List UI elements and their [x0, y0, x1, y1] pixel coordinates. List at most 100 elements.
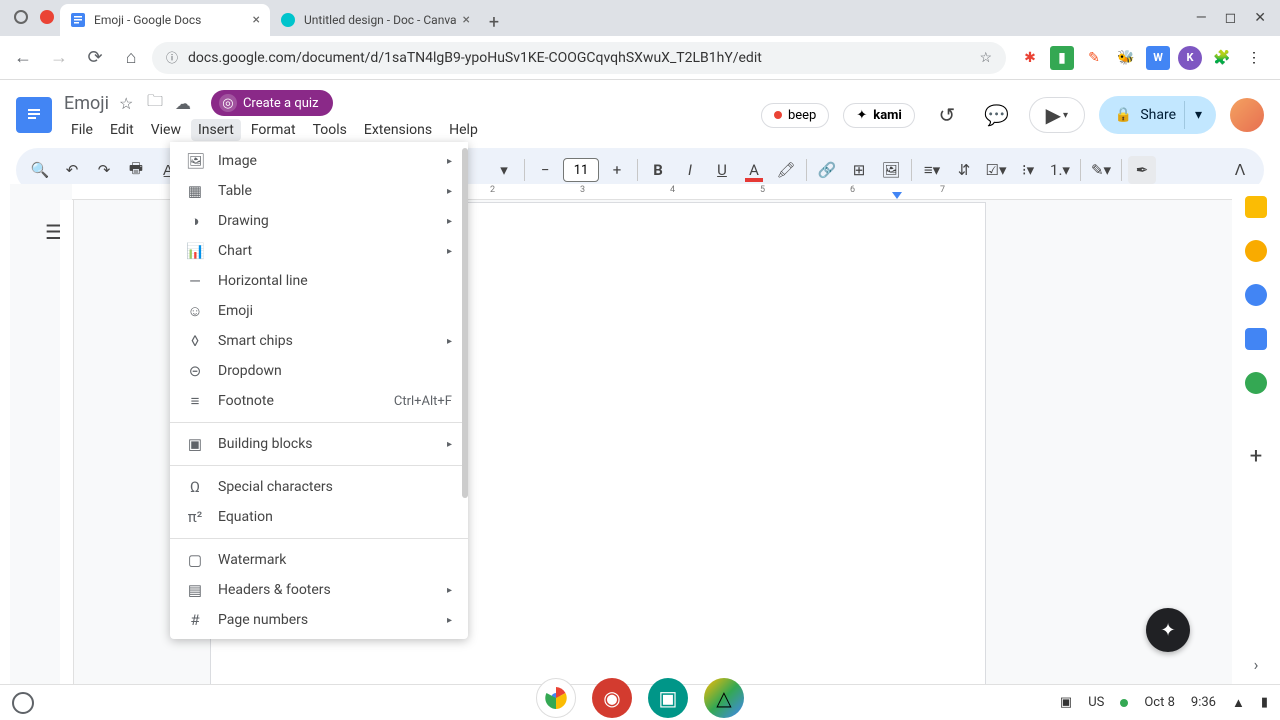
font-size-input[interactable]: 11: [563, 158, 599, 182]
meet-button[interactable]: ▶▾: [1029, 97, 1085, 133]
menu-edit[interactable]: Edit: [103, 119, 141, 141]
share-dropdown-icon[interactable]: ▾: [1184, 101, 1212, 129]
files-app-icon[interactable]: ▣: [648, 678, 688, 718]
menu-item-special-characters[interactable]: ΩSpecial characters: [170, 472, 468, 502]
right-margin-marker[interactable]: [892, 192, 902, 199]
calendar-icon[interactable]: [1245, 196, 1267, 218]
beep-extension-button[interactable]: beep: [761, 103, 829, 128]
extension-icon[interactable]: K: [1178, 46, 1202, 70]
text-color-icon[interactable]: A: [740, 156, 768, 184]
bold-icon[interactable]: B: [644, 156, 672, 184]
star-icon[interactable]: ☆: [119, 94, 137, 113]
menu-help[interactable]: Help: [442, 119, 485, 141]
keep-icon[interactable]: [1245, 240, 1267, 262]
close-tab-icon[interactable]: ×: [253, 12, 260, 28]
account-avatar[interactable]: [1230, 98, 1264, 132]
menu-item-headers-footers[interactable]: ▤Headers & footers▸: [170, 575, 468, 605]
menu-insert[interactable]: Insert: [191, 119, 241, 141]
contacts-icon[interactable]: [1245, 328, 1267, 350]
pen-icon[interactable]: ✒: [1128, 156, 1156, 184]
chrome-menu-icon[interactable]: ⋮: [1242, 46, 1266, 70]
menu-item-smart-chips[interactable]: ◊Smart chips▸: [170, 326, 468, 356]
extension-icon[interactable]: W: [1146, 46, 1170, 70]
print-icon[interactable]: 🖶: [122, 156, 150, 184]
undo-icon[interactable]: ↶: [58, 156, 86, 184]
collapse-panel-icon[interactable]: ›: [1254, 655, 1259, 674]
numbered-icon[interactable]: 1.▾: [1046, 156, 1074, 184]
create-quiz-button[interactable]: ◎ Create a quiz: [211, 90, 333, 116]
home-button[interactable]: ⌂: [116, 43, 146, 73]
close-window-icon[interactable]: ✕: [1254, 10, 1266, 26]
tasks-icon[interactable]: [1245, 284, 1267, 306]
decrease-font-icon[interactable]: −: [531, 156, 559, 184]
menu-item-building-blocks[interactable]: ▣Building blocks▸: [170, 429, 468, 459]
tray-app-icon[interactable]: ▣: [1060, 695, 1072, 710]
line-spacing-icon[interactable]: ⇵: [950, 156, 978, 184]
menu-item-watermark[interactable]: ▢Watermark: [170, 545, 468, 575]
maps-icon[interactable]: [1245, 372, 1267, 394]
menu-item-image[interactable]: 🖼Image▸: [170, 146, 468, 176]
extension-icon[interactable]: ▮: [1050, 46, 1074, 70]
font-dropdown-icon[interactable]: ▾: [490, 156, 518, 184]
add-comment-icon[interactable]: ⊞: [845, 156, 873, 184]
cloud-status-icon[interactable]: ☁: [175, 94, 193, 113]
align-icon[interactable]: ≡▾: [918, 156, 946, 184]
extensions-menu-icon[interactable]: 🧩: [1210, 46, 1234, 70]
redo-icon[interactable]: ↷: [90, 156, 118, 184]
editing-mode-icon[interactable]: ✎▾: [1087, 156, 1115, 184]
battery-icon[interactable]: ▮: [1261, 695, 1268, 710]
add-addon-icon[interactable]: +: [1250, 444, 1262, 469]
comments-icon[interactable]: 💬: [979, 97, 1015, 133]
maximize-icon[interactable]: ◻: [1225, 10, 1237, 26]
extension-icon[interactable]: 🐝: [1114, 46, 1138, 70]
menu-item-footnote[interactable]: ≡FootnoteCtrl+Alt+F: [170, 386, 468, 416]
address-bar[interactable]: ⓘ docs.google.com/document/d/1saTN4lgB9-…: [152, 42, 1006, 74]
screencast-app-icon[interactable]: ◉: [592, 678, 632, 718]
italic-icon[interactable]: I: [676, 156, 704, 184]
underline-icon[interactable]: U: [708, 156, 736, 184]
menu-item-equation[interactable]: π²Equation: [170, 502, 468, 532]
browser-tab-inactive[interactable]: Untitled design - Doc - Canva ×: [270, 4, 480, 36]
increase-font-icon[interactable]: +: [603, 156, 631, 184]
system-tray[interactable]: ▣ US Oct 8 9:36 ▲ ▮: [1060, 695, 1268, 711]
move-icon[interactable]: 🗀: [147, 90, 165, 117]
menu-item-dropdown[interactable]: ⊝Dropdown: [170, 356, 468, 386]
menu-item-emoji[interactable]: ☺Emoji: [170, 296, 468, 326]
close-tab-icon[interactable]: ×: [463, 12, 470, 28]
menu-item-drawing[interactable]: ◑Drawing▸: [170, 206, 468, 236]
checklist-icon[interactable]: ☑▾: [982, 156, 1010, 184]
extension-icon[interactable]: ✱: [1018, 46, 1042, 70]
highlight-icon[interactable]: 🖍: [772, 156, 800, 184]
chrome-icon[interactable]: [536, 678, 576, 718]
insert-link-icon[interactable]: 🔗: [813, 156, 841, 184]
extension-icon[interactable]: ✎: [1082, 46, 1106, 70]
insert-image-icon[interactable]: 🖼: [877, 156, 905, 184]
menu-format[interactable]: Format: [244, 119, 303, 141]
browser-tab-active[interactable]: Emoji - Google Docs ×: [60, 4, 270, 36]
wifi-icon[interactable]: ▲: [1232, 695, 1245, 711]
document-title[interactable]: Emoji: [64, 93, 109, 114]
bullets-icon[interactable]: ⁝▾: [1014, 156, 1042, 184]
site-info-icon[interactable]: ⓘ: [166, 49, 178, 66]
hide-menus-icon[interactable]: ᐱ: [1226, 156, 1254, 184]
bookmark-star-icon[interactable]: ☆: [979, 50, 992, 66]
docs-logo-icon[interactable]: [16, 97, 52, 133]
menu-item-chart[interactable]: 📊Chart▸: [170, 236, 468, 266]
vertical-ruler[interactable]: [60, 200, 74, 684]
menu-extensions[interactable]: Extensions: [357, 119, 439, 141]
menu-item-horizontal-line[interactable]: ―Horizontal line: [170, 266, 468, 296]
menu-file[interactable]: File: [64, 119, 100, 141]
drive-icon[interactable]: △: [704, 678, 744, 718]
menu-tools[interactable]: Tools: [306, 119, 354, 141]
share-button[interactable]: 🔒 Share ▾: [1099, 96, 1216, 134]
new-tab-button[interactable]: +: [480, 8, 508, 36]
reload-button[interactable]: ⟳: [80, 43, 110, 73]
menu-item-page-numbers[interactable]: #Page numbers▸: [170, 605, 468, 635]
back-button[interactable]: ←: [8, 43, 38, 73]
launcher-icon[interactable]: [12, 692, 34, 714]
minimize-icon[interactable]: —: [1196, 10, 1207, 26]
menu-item-table[interactable]: ▦Table▸: [170, 176, 468, 206]
menu-view[interactable]: View: [144, 119, 188, 141]
history-icon[interactable]: ↺: [929, 97, 965, 133]
search-menus-icon[interactable]: 🔍: [26, 156, 54, 184]
